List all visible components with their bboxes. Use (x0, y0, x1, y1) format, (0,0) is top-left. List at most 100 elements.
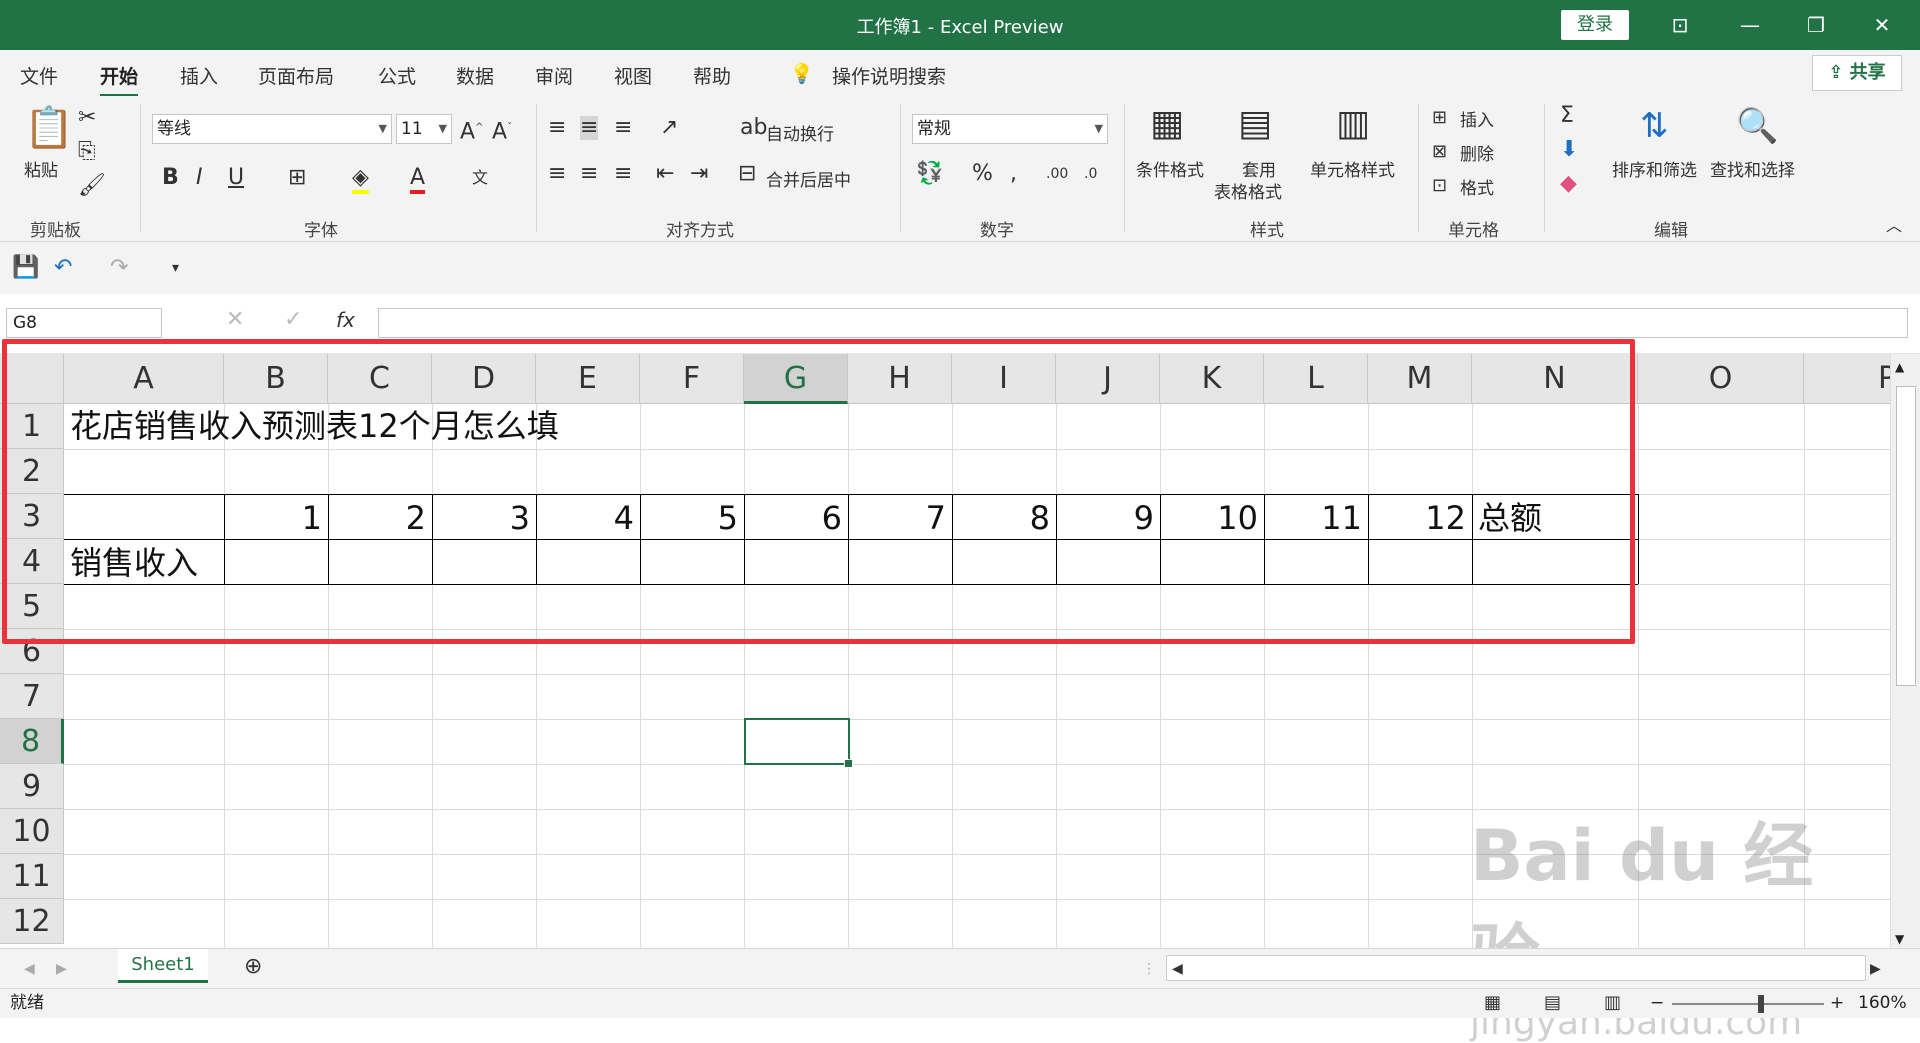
font-size-select[interactable]: 11 ▼ (396, 114, 452, 144)
phonetic-icon[interactable]: 文 (472, 166, 488, 190)
font-color-icon[interactable]: A (410, 166, 426, 194)
column-header[interactable]: P (1804, 354, 1890, 404)
border-icon[interactable]: ⊞ (288, 166, 306, 190)
find-select-button[interactable]: 查找和选择 (1710, 156, 1795, 181)
increase-indent-icon[interactable]: ⇥ (690, 162, 708, 186)
increase-font-icon[interactable]: A^ (460, 116, 483, 144)
column-header[interactable]: O (1638, 354, 1804, 404)
align-middle-icon[interactable]: ≡ (580, 116, 599, 140)
delete-cells-icon[interactable]: ⊠ (1432, 140, 1447, 164)
paste-icon[interactable]: 📋 (24, 106, 74, 150)
format-cells-button[interactable]: 格式 (1460, 174, 1494, 199)
wrap-text-icon[interactable]: ab (740, 116, 767, 140)
prev-sheet-icon[interactable]: ◀ (24, 957, 35, 981)
active-cell-g8[interactable] (744, 718, 853, 768)
italic-icon[interactable]: I (196, 166, 203, 190)
scroll-right-icon[interactable]: ▶ (1870, 957, 1881, 981)
vertical-scrollbar[interactable]: ▲ ▼ (1890, 354, 1920, 948)
bold-icon[interactable]: B (162, 166, 179, 190)
sort-filter-icon[interactable]: ⇅ (1640, 106, 1669, 146)
zoom-level[interactable]: 160% (1858, 989, 1907, 1017)
clear-icon[interactable]: ◆ (1560, 172, 1577, 196)
redo-icon[interactable]: ↷ (110, 256, 128, 280)
split-handle-icon[interactable]: ⋮ (1142, 957, 1156, 981)
underline-icon[interactable]: U (228, 166, 244, 190)
autosum-icon[interactable]: Σ (1560, 104, 1574, 128)
decrease-font-icon[interactable]: Aˇ (492, 116, 512, 144)
close-icon[interactable]: ✕ (1862, 8, 1902, 42)
row-header-selected[interactable]: 8 (0, 719, 64, 764)
decrease-indent-icon[interactable]: ⇤ (656, 162, 674, 186)
orientation-icon[interactable]: ↗ (660, 116, 678, 140)
merge-center-icon[interactable]: ⊟ (738, 162, 756, 186)
fill-color-icon[interactable]: ◈ (352, 166, 369, 194)
page-layout-view-icon[interactable]: ▤ (1544, 991, 1561, 1015)
formula-input[interactable] (378, 308, 1908, 338)
font-name-select[interactable]: 等线 ▼ (152, 114, 392, 144)
currency-icon[interactable]: 💱 (916, 162, 943, 186)
wrap-text-button[interactable]: 自动换行 (766, 120, 834, 145)
save-icon[interactable]: 💾 (12, 256, 39, 280)
row-header[interactable]: 7 (0, 674, 64, 719)
format-painter-icon[interactable]: 🖌 (78, 174, 106, 198)
scroll-left-icon[interactable]: ◀ (1172, 957, 1183, 981)
collapse-ribbon-icon[interactable]: ︿ (1886, 214, 1902, 238)
align-right-icon[interactable]: ≡ (614, 162, 632, 186)
zoom-slider[interactable] (1672, 1003, 1824, 1005)
cell-styles-button[interactable]: 单元格样式 (1310, 156, 1395, 181)
tab-insert[interactable]: 插入 (180, 62, 218, 89)
name-box[interactable]: G8 (6, 308, 162, 338)
fill-icon[interactable]: ⬇ (1560, 138, 1578, 162)
tab-page-layout[interactable]: 页面布局 (258, 62, 334, 89)
insert-cells-button[interactable]: 插入 (1460, 106, 1494, 131)
function-icon[interactable]: fx (336, 308, 355, 332)
lightbulb-icon[interactable]: 💡 (790, 62, 814, 85)
page-break-view-icon[interactable]: ▥ (1604, 991, 1621, 1015)
login-button[interactable]: 登录 (1561, 10, 1629, 40)
row-header[interactable]: 11 (0, 854, 64, 899)
sort-filter-button[interactable]: 排序和筛选 (1612, 156, 1697, 181)
cut-icon[interactable]: ✂ (78, 106, 96, 130)
row-header[interactable]: 10 (0, 809, 64, 854)
cell-styles-icon[interactable]: ▥ (1336, 104, 1370, 144)
scroll-thumb[interactable] (1896, 386, 1916, 686)
row-header[interactable]: 9 (0, 764, 64, 809)
enter-icon[interactable]: ✓ (284, 308, 302, 332)
align-bottom-icon[interactable]: ≡ (614, 116, 632, 140)
add-sheet-icon[interactable]: ⊕ (244, 955, 262, 979)
align-top-icon[interactable]: ≡ (548, 116, 566, 140)
tab-data[interactable]: 数据 (456, 62, 494, 89)
conditional-format-button[interactable]: 条件格式 (1136, 156, 1204, 181)
ribbon-display-icon[interactable]: ⊡ (1660, 8, 1700, 42)
next-sheet-icon[interactable]: ▶ (56, 957, 67, 981)
conditional-format-icon[interactable]: ▦ (1150, 104, 1184, 144)
row-header[interactable]: 12 (0, 899, 64, 944)
percent-icon[interactable]: % (972, 162, 993, 186)
zoom-slider-thumb[interactable] (1758, 995, 1764, 1013)
delete-cells-button[interactable]: 删除 (1460, 140, 1494, 165)
decrease-decimal-icon[interactable]: .0 (1084, 162, 1097, 186)
number-format-select[interactable]: 常规 ▼ (912, 114, 1108, 144)
tab-file[interactable]: 文件 (20, 62, 58, 89)
undo-icon[interactable]: ↶ (54, 256, 72, 280)
cancel-icon[interactable]: ✕ (226, 308, 244, 332)
format-cells-icon[interactable]: ⊡ (1432, 174, 1447, 198)
insert-cells-icon[interactable]: ⊞ (1432, 106, 1447, 130)
table-format-icon[interactable]: ▤ (1238, 104, 1272, 144)
tell-me-search[interactable]: 操作说明搜索 (832, 62, 946, 89)
tab-view[interactable]: 视图 (614, 62, 652, 89)
zoom-in-icon[interactable]: + (1830, 989, 1844, 1017)
comma-icon[interactable]: , (1010, 162, 1017, 186)
paste-button[interactable]: 粘贴 (24, 156, 58, 181)
tab-review[interactable]: 审阅 (535, 62, 573, 89)
sheet-tab-sheet1[interactable]: Sheet1 (118, 949, 208, 983)
restore-icon[interactable]: ❐ (1796, 8, 1836, 42)
share-button[interactable]: ⇪ 共享 (1812, 55, 1902, 91)
minimize-icon[interactable]: — (1730, 8, 1770, 42)
scroll-up-icon[interactable]: ▲ (1895, 360, 1904, 374)
tab-help[interactable]: 帮助 (693, 62, 731, 89)
tab-formulas[interactable]: 公式 (378, 62, 416, 89)
horizontal-scrollbar[interactable] (1166, 955, 1866, 981)
copy-icon[interactable]: ⎘ (78, 140, 96, 164)
table-format-button-line2[interactable]: 表格格式 (1214, 178, 1282, 203)
